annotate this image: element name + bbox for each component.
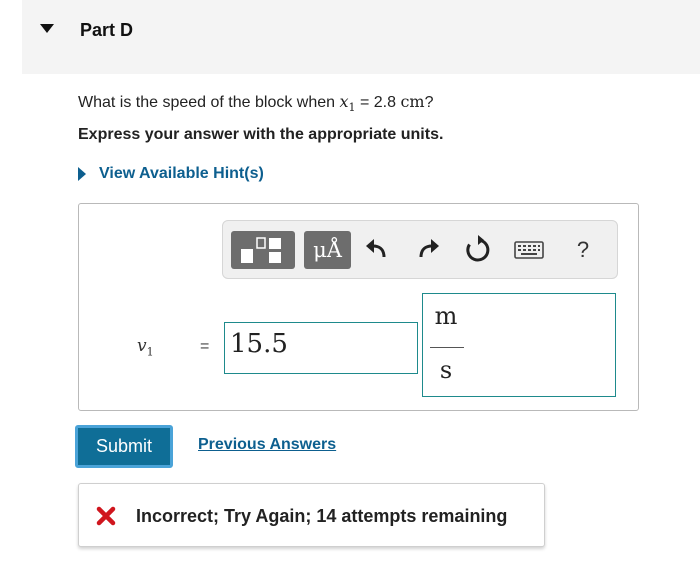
question-equals: = 2.8 [355, 94, 401, 111]
question-suffix: ? [424, 94, 434, 111]
feedback-text: Incorrect; Try Again; 14 attempts remain… [136, 506, 508, 526]
part-header: Part D [22, 0, 700, 74]
answer-panel: μÅ ? v1 = 15.5 m s [78, 203, 639, 411]
question-text: What is the speed of the block when x1 =… [78, 92, 433, 114]
part-title: Part D [80, 20, 134, 40]
view-hints-label[interactable]: View Available Hint(s) [99, 165, 264, 183]
answer-units-input[interactable]: m s [422, 293, 616, 397]
help-icon[interactable]: ? [568, 237, 598, 267]
previous-answers-link[interactable]: Previous Answers [198, 436, 336, 454]
feedback-box: Incorrect; Try Again; 14 attempts remain… [78, 483, 545, 547]
equals-sign: = [200, 338, 210, 355]
question-var: x [339, 92, 349, 111]
collapse-caret-icon[interactable] [40, 24, 54, 33]
units-button[interactable]: μÅ [304, 231, 351, 269]
unit-denominator[interactable]: s [423, 356, 469, 384]
submit-button[interactable]: Submit [75, 425, 173, 468]
templates-button[interactable] [231, 231, 295, 269]
fraction-bar [430, 347, 464, 348]
reset-icon[interactable] [463, 235, 493, 265]
templates-icon [241, 237, 281, 263]
answer-var: v [137, 336, 147, 356]
unit-numerator[interactable]: m [423, 302, 469, 330]
keyboard-icon[interactable] [514, 239, 544, 261]
undo-icon[interactable] [362, 235, 392, 265]
answer-variable-label: v1 [137, 336, 154, 358]
units-icon: μÅ [313, 238, 342, 262]
question-prefix: What is the speed of the block when [78, 94, 340, 111]
question-unit: cm [400, 92, 425, 111]
answer-value-input[interactable]: 15.5 [224, 322, 418, 374]
answer-var-subscript: 1 [146, 345, 154, 359]
question-variable: x1 [339, 92, 356, 115]
caret-right-icon [78, 167, 86, 181]
question-var-subscript: 1 [348, 101, 356, 115]
instruction-text: Express your answer with the appropriate… [78, 126, 444, 143]
math-toolbar: μÅ ? [222, 220, 618, 279]
incorrect-x-icon [96, 506, 116, 526]
redo-icon[interactable] [413, 235, 443, 265]
